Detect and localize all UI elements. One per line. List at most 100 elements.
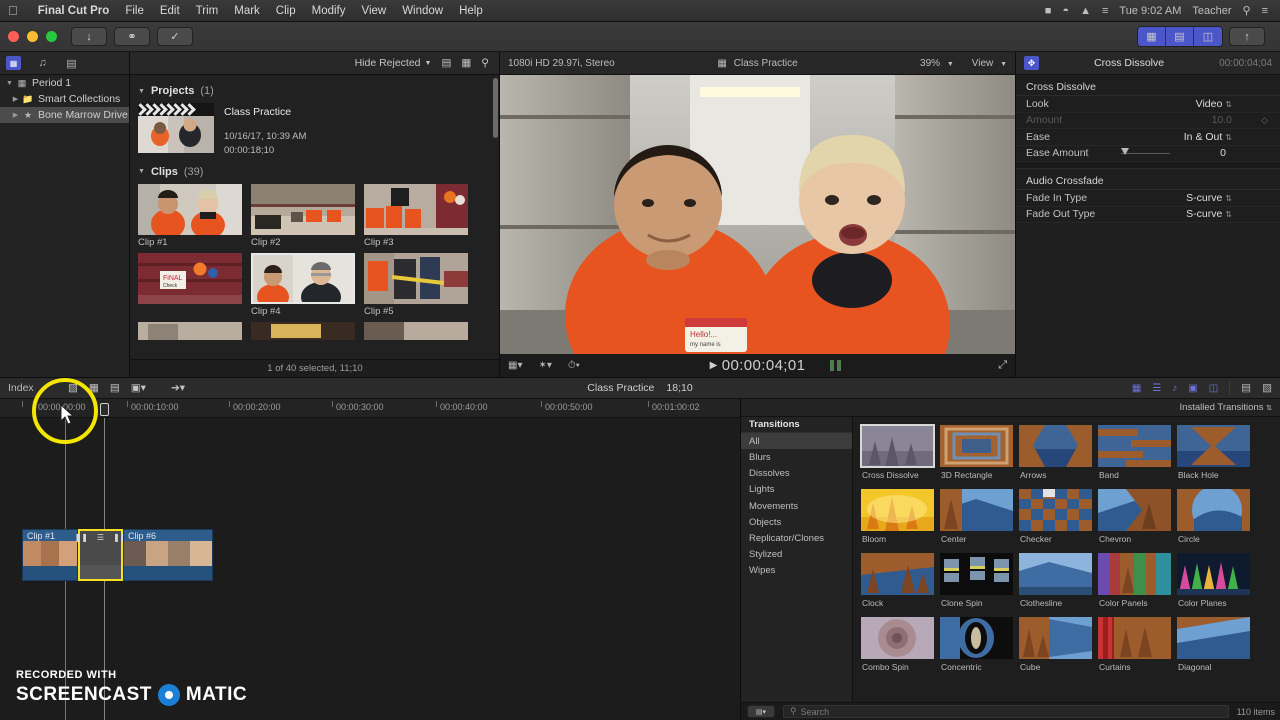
timeline-appearance-icon[interactable]: ▤ bbox=[1241, 382, 1251, 394]
category-lights[interactable]: Lights bbox=[741, 482, 852, 498]
timeline-pane[interactable]: 00:00:00:00 00:00:10:00 00:00:20:00 00:0… bbox=[0, 399, 740, 720]
chevron-down-icon[interactable]: ▼ bbox=[425, 60, 432, 67]
clips-group-header[interactable]: ▼ Clips (39) bbox=[138, 166, 491, 178]
transition-thumbnail[interactable] bbox=[1177, 425, 1250, 467]
filmstrip-view-icon[interactable]: ▦ bbox=[461, 57, 471, 69]
menu-item-modify[interactable]: Modify bbox=[304, 5, 354, 17]
category-replicator-clones[interactable]: Replicator/Clones bbox=[741, 530, 852, 546]
browser-content[interactable]: ▼ Projects (1) Class Practice 10/16/17, … bbox=[130, 75, 499, 359]
clip-item[interactable]: Clip #3 bbox=[364, 183, 468, 248]
clip-thumbnail[interactable] bbox=[364, 252, 468, 304]
transition-item-curtains[interactable]: Curtains bbox=[1098, 617, 1171, 679]
transition-item-diagonal[interactable]: Diagonal bbox=[1177, 617, 1250, 679]
transition-item-cross-dissolve[interactable]: Cross Dissolve bbox=[860, 424, 935, 487]
disclosure-triangle-icon[interactable]: ▼ bbox=[4, 80, 15, 87]
photos-audio-icon[interactable]: ♫ bbox=[35, 56, 50, 70]
timeline-ruler[interactable]: 00:00:00:00 00:00:10:00 00:00:20:00 00:0… bbox=[0, 399, 740, 418]
transition-item-clone-spin[interactable]: Clone Spin bbox=[940, 553, 1013, 615]
minimize-window-button[interactable] bbox=[27, 31, 38, 42]
transition-thumbnail[interactable] bbox=[1098, 617, 1171, 659]
projects-group-header[interactable]: ▼ Projects (1) bbox=[138, 85, 491, 97]
sidebar-item-period-1[interactable]: ▼ ▦ Period 1 bbox=[0, 75, 129, 91]
disclosure-triangle-icon[interactable]: ▶ bbox=[10, 95, 21, 103]
viewer-fullscreen-icon[interactable]: ⤢ bbox=[998, 359, 1007, 372]
sidebar-item-bone-marrow-drive[interactable]: ▶ ★ Bone Marrow Drive bbox=[0, 107, 129, 123]
category-dissolves[interactable]: Dissolves bbox=[741, 466, 852, 482]
screen-record-icon[interactable]: ■ bbox=[1045, 5, 1052, 17]
timeline-index-button[interactable]: Index bbox=[8, 382, 54, 394]
color-board-icon[interactable]: ▣ bbox=[1188, 383, 1197, 394]
clip-item[interactable]: Clip #2 bbox=[251, 183, 355, 248]
popup-arrows-icon[interactable]: ⇅ bbox=[1266, 405, 1272, 412]
clip-item[interactable]: Clip #1 bbox=[138, 183, 242, 248]
inspector-value-ease[interactable]: In & Out ⇅ bbox=[1121, 131, 1270, 143]
transition-thumbnail[interactable] bbox=[1019, 489, 1092, 531]
ease-amount-slider[interactable] bbox=[1121, 147, 1170, 155]
menu-item-trim[interactable]: Trim bbox=[188, 5, 227, 17]
transitions-category-list[interactable]: Transitions All Blurs Dissolves Lights M… bbox=[741, 417, 853, 702]
menu-item-window[interactable]: Window bbox=[394, 5, 451, 17]
filter-popup-label[interactable]: Hide Rejected bbox=[355, 57, 421, 69]
category-wipes[interactable]: Wipes bbox=[741, 563, 852, 579]
category-blurs[interactable]: Blurs bbox=[741, 449, 852, 465]
insert-edit-icon[interactable]: ▦ bbox=[89, 382, 99, 394]
select-tool-icon[interactable]: ➔▾ bbox=[171, 382, 185, 394]
transition-thumbnail[interactable] bbox=[1019, 553, 1092, 595]
viewer-display-options-icon[interactable]: ▦▾ bbox=[508, 360, 522, 371]
apple-logo-icon[interactable]:  bbox=[8, 4, 18, 17]
menu-item-clip[interactable]: Clip bbox=[268, 5, 304, 17]
transitions-search-field[interactable]: ⚲ Search bbox=[783, 705, 1229, 718]
inspector-row-ease-amount[interactable]: Ease Amount 0 bbox=[1016, 146, 1280, 162]
menu-item-mark[interactable]: Mark bbox=[226, 5, 268, 17]
transition-thumbnail[interactable] bbox=[1177, 553, 1250, 595]
transition-thumbnail[interactable] bbox=[1177, 489, 1250, 531]
transition-item-arrows[interactable]: Arrows bbox=[1019, 425, 1092, 487]
clip-thumbnail[interactable] bbox=[251, 252, 355, 304]
transition-thumbnail[interactable] bbox=[860, 424, 935, 468]
inspector-row-fade-in-type[interactable]: Fade In Type S-curve ⇅ bbox=[1016, 190, 1280, 207]
clip-thumbnail[interactable] bbox=[138, 183, 242, 235]
rate-clip-button[interactable]: ✓ bbox=[157, 27, 193, 46]
menu-item-view[interactable]: View bbox=[353, 5, 394, 17]
transition-item-checker[interactable]: Checker bbox=[1019, 489, 1092, 551]
transition-thumbnail[interactable] bbox=[1098, 489, 1171, 531]
transition-item-clothesline[interactable]: Clothesline bbox=[1019, 553, 1092, 615]
viewer-effects-icon[interactable]: ✶▾ bbox=[538, 360, 551, 371]
search-icon[interactable]: ⚲ bbox=[481, 57, 489, 69]
clip-thumbnail[interactable] bbox=[251, 321, 355, 340]
close-window-button[interactable] bbox=[8, 31, 19, 42]
clip-thumbnail[interactable] bbox=[364, 183, 468, 235]
layout-toggle-group[interactable]: ▦ ▤ ◫ bbox=[1137, 26, 1223, 47]
category-all[interactable]: All bbox=[741, 433, 852, 450]
clip-item-selected[interactable]: Clip #4 bbox=[251, 252, 355, 317]
transition-thumbnail[interactable] bbox=[861, 489, 934, 531]
disclosure-triangle-icon[interactable]: ▼ bbox=[138, 88, 145, 95]
chevron-down-icon[interactable]: ▼ bbox=[1000, 61, 1007, 68]
effects-browser-icon[interactable]: ◫ bbox=[1209, 383, 1218, 394]
timeline-clip[interactable]: Clip #1 bbox=[22, 529, 78, 581]
transition-item-color-planes[interactable]: Color Planes bbox=[1177, 553, 1250, 615]
keyframe-diamond-icon[interactable]: ◇ bbox=[1261, 115, 1268, 126]
transition-thumbnail[interactable] bbox=[940, 553, 1013, 595]
clip-item[interactable] bbox=[364, 321, 468, 340]
transition-thumbnail[interactable] bbox=[940, 489, 1013, 531]
project-item[interactable]: Class Practice 10/16/17, 10:39 AM 00:00:… bbox=[138, 103, 491, 158]
clip-thumbnail[interactable] bbox=[364, 321, 468, 340]
transition-thumbnail[interactable] bbox=[1019, 425, 1092, 467]
viewer-view-popup[interactable]: View ▼ bbox=[972, 58, 1007, 69]
toggle-browser-pane[interactable]: ▦ bbox=[1138, 27, 1166, 46]
menu-item-file[interactable]: File bbox=[117, 5, 152, 17]
wifi-icon[interactable]: ◓ bbox=[1062, 5, 1069, 17]
transition-thumbnail[interactable] bbox=[861, 553, 934, 595]
clip-item[interactable]: FiNAL Check bbox=[138, 252, 242, 317]
transition-thumbnail[interactable] bbox=[1098, 425, 1171, 467]
timeline-transition-selected[interactable]: ❚❚ ☰ ❚❚ bbox=[75, 529, 127, 581]
overwrite-edit-icon[interactable]: ▣▾ bbox=[131, 382, 146, 394]
viewer-image[interactable]: Hello!... my name is bbox=[500, 75, 1015, 354]
transition-item-clock[interactable]: Clock bbox=[861, 553, 934, 615]
transitions-browser-icon[interactable]: ▧ bbox=[1262, 382, 1272, 394]
category-stylized[interactable]: Stylized bbox=[741, 547, 852, 563]
clip-thumbnail[interactable] bbox=[138, 321, 242, 340]
titles-generators-icon[interactable]: ▤ bbox=[64, 56, 79, 70]
user-label[interactable]: Teacher bbox=[1192, 5, 1231, 17]
